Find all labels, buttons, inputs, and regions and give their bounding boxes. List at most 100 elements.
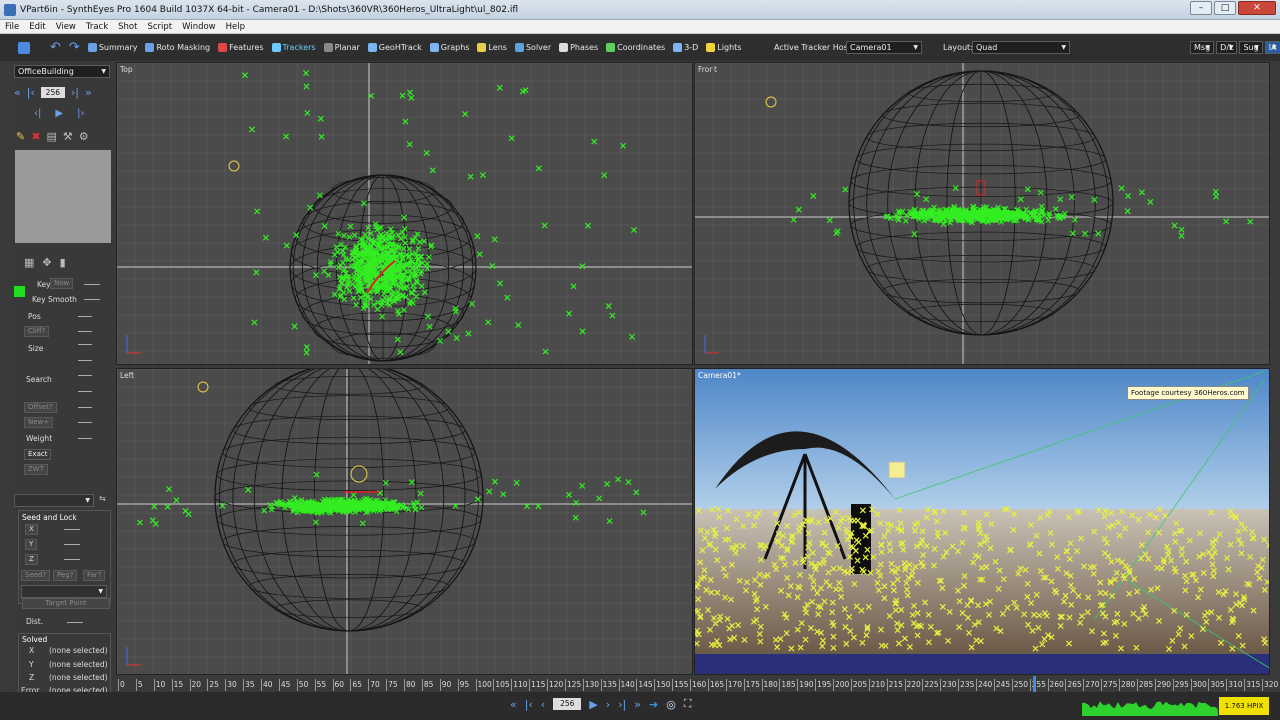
room-features[interactable]: Features [214, 39, 267, 57]
seed-x-button[interactable]: X [25, 524, 38, 535]
room-lens[interactable]: Lens [473, 39, 510, 57]
menu-window[interactable]: Window [177, 22, 221, 32]
solved-z-value: (none selected) [49, 673, 108, 682]
seed-y-button[interactable]: Y [25, 539, 38, 550]
target-point-button[interactable]: Target Point [22, 598, 110, 609]
exact-button[interactable]: Exact [24, 449, 52, 460]
room-label: Solver [525, 43, 552, 52]
rewind-icon[interactable]: « [14, 86, 21, 99]
tracker-color-swatch[interactable] [14, 286, 25, 297]
key-smooth-label: Key Smooth [32, 295, 77, 304]
seed-button[interactable]: Seed? [21, 570, 51, 581]
ia-button[interactable]: IA [1264, 41, 1280, 54]
msg-button[interactable]: Msg [1190, 41, 1215, 54]
layout-select[interactable]: Quad [972, 41, 1070, 54]
lock-mode-select[interactable] [21, 585, 107, 598]
redo-button[interactable]: ↷ [65, 39, 84, 57]
viewport-camera[interactable]: Camera01* Footage courtesy 360Heros.com [694, 368, 1270, 675]
minimize-button[interactable]: – [1190, 1, 1212, 15]
menu-script[interactable]: Script [142, 22, 177, 32]
prev-key-icon[interactable]: |‹ [27, 86, 35, 99]
next-frame-icon[interactable]: |› [77, 108, 84, 119]
room-lights[interactable]: Lights [702, 39, 745, 57]
room-roto-masking[interactable]: Roto Masking [141, 39, 214, 57]
viewport-front[interactable]: Front [694, 62, 1270, 365]
dl-button[interactable]: D/L [1216, 41, 1238, 54]
tracker-type-select[interactable] [14, 494, 94, 507]
dist-label: Dist. [26, 617, 44, 626]
next-key-button[interactable]: ›| [618, 698, 626, 711]
zwt-button[interactable]: ZWT [24, 464, 48, 475]
room-toolbar: ↶ ↷ Summary Roto Masking Features Trackers P… [0, 34, 1280, 61]
summary-icon [87, 43, 97, 52]
move-icon[interactable]: ✥ [42, 256, 51, 269]
fit-icon[interactable]: ⛶ [684, 697, 692, 711]
timeline-playhead[interactable] [1033, 676, 1037, 692]
next-frame-button[interactable]: › [606, 698, 610, 711]
undo-button[interactable]: ↶ [46, 39, 65, 57]
seed-z-button[interactable]: Z [25, 554, 38, 565]
menu-file[interactable]: File [0, 22, 24, 32]
timeline[interactable]: 0 5 10 15 20 25 30 35 40 45 50 55 60 65 70 75 80 85 90 95 10… [116, 676, 1278, 692]
room-coordinates[interactable]: Coordinates [602, 39, 669, 57]
viewport-left[interactable]: Left [116, 368, 693, 675]
tool-icon[interactable]: ⚒ [63, 130, 73, 143]
solved-y-value: (none selected) [49, 660, 108, 669]
room-graphs[interactable]: Graphs [426, 39, 474, 57]
key-now-button[interactable]: Now [50, 278, 74, 289]
timeline-tick: 45 [278, 679, 291, 691]
menu-edit[interactable]: Edit [24, 22, 50, 32]
far-button[interactable]: Far? [83, 570, 106, 581]
sug-button[interactable]: Sug [1239, 41, 1263, 54]
room-phases[interactable]: Phases [555, 39, 602, 57]
menu-shot[interactable]: Shot [113, 22, 142, 32]
phases-icon [559, 43, 569, 52]
wand-icon[interactable]: ✎ [16, 130, 25, 143]
forward-button[interactable]: » [634, 698, 641, 711]
prev-frame-icon[interactable]: ‹| [34, 108, 41, 119]
loop-icon[interactable]: ➔ [649, 698, 658, 711]
frame-field[interactable]: 256 [40, 87, 65, 98]
timeline-tick: 145 [636, 679, 653, 691]
forward-icon[interactable]: » [85, 86, 92, 99]
room-planar[interactable]: Planar [320, 39, 364, 57]
menu-view[interactable]: View [51, 22, 81, 32]
new-button[interactable]: New+ [24, 417, 54, 428]
active-tracker-host-select[interactable]: Camera01 [846, 41, 922, 54]
tracker-extra-icon[interactable]: ⇆ [99, 494, 106, 503]
next-key-icon[interactable]: ›| [71, 86, 79, 99]
menu-help[interactable]: Help [221, 22, 250, 32]
trackers-icon [271, 43, 281, 52]
offset-button[interactable]: Offset? [24, 402, 57, 413]
film-icon[interactable]: ▤ [46, 130, 56, 143]
timeline-tick: 175 [743, 679, 760, 691]
save-button[interactable] [14, 39, 34, 57]
menu-track[interactable]: Track [81, 22, 113, 32]
room-summary[interactable]: Summary [84, 39, 142, 57]
room-solver[interactable]: Solver [511, 39, 555, 57]
timeline-tick: 95 [457, 679, 470, 691]
prev-key-button[interactable]: |‹ [525, 698, 533, 711]
delete-icon[interactable]: ✖ [31, 130, 40, 143]
peg-button[interactable]: Peg? [53, 570, 78, 581]
zoom-icon[interactable]: ◎ [666, 698, 676, 711]
cliff-button[interactable]: Cliff? [24, 326, 50, 337]
maximize-button[interactable]: □ [1214, 1, 1236, 15]
play-icon[interactable]: ▶ [55, 108, 63, 119]
viewport-top[interactable]: Top [116, 62, 693, 365]
rewind-button[interactable]: « [510, 698, 517, 711]
object-select[interactable]: OfficeBuilding [14, 65, 110, 78]
grid-icon[interactable]: ▦ [24, 256, 34, 269]
timeline-tick: 35 [243, 679, 255, 691]
viewport-camera-label: Camera01* [698, 371, 741, 380]
playback-frame-field[interactable]: 256 [553, 698, 582, 710]
room-trackers[interactable]: Trackers [268, 39, 320, 57]
room-geohtrack[interactable]: GeoHTrack [364, 39, 426, 57]
close-button[interactable]: ✕ [1238, 1, 1276, 15]
play-button[interactable]: ▶ [589, 698, 597, 711]
prev-frame-button[interactable]: ‹ [541, 698, 545, 711]
lock-icon[interactable]: ▮ [60, 256, 66, 269]
timeline-tick: 130 [582, 679, 600, 691]
link-icon[interactable]: ⚙ [79, 130, 89, 143]
room-3-d[interactable]: 3-D [669, 39, 702, 57]
